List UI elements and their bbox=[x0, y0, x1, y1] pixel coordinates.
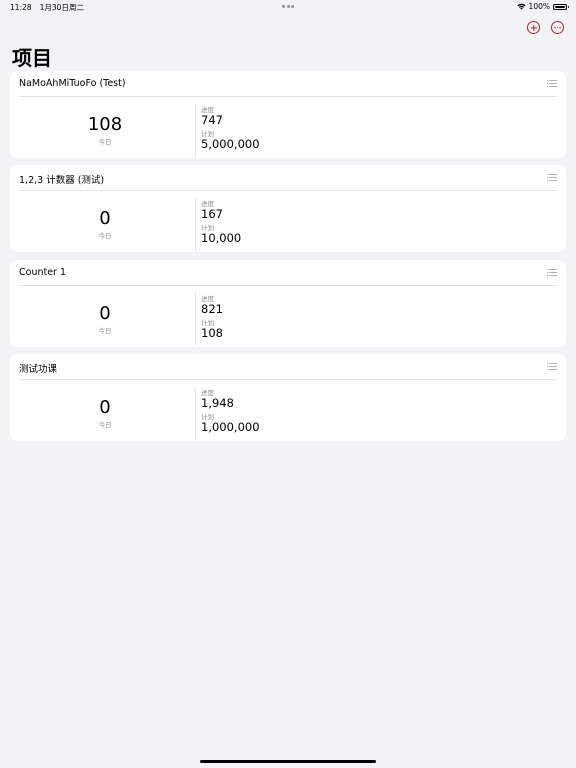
plan-value: 10,000 bbox=[201, 231, 242, 245]
card-header: 测试功课 bbox=[10, 354, 566, 379]
vertical-divider bbox=[195, 198, 196, 251]
vertical-divider bbox=[195, 387, 196, 440]
vertical-divider bbox=[195, 293, 196, 346]
project-card[interactable]: Counter 1 0 今日 进度 821 计划 108 bbox=[10, 260, 566, 347]
page-title: 项目 bbox=[12, 46, 52, 70]
wifi-icon bbox=[517, 3, 526, 10]
battery-percent: 100% bbox=[528, 2, 550, 11]
progress-stat: 进度 747 bbox=[201, 107, 223, 127]
progress-stat: 进度 1,948 bbox=[201, 390, 234, 410]
progress-stat: 进度 821 bbox=[201, 296, 223, 316]
battery-icon bbox=[553, 3, 569, 10]
multitasking-dots-icon[interactable] bbox=[282, 5, 294, 8]
list-icon[interactable] bbox=[547, 174, 557, 181]
today-label: 今日 bbox=[98, 421, 112, 429]
list-icon[interactable] bbox=[547, 269, 557, 276]
add-project-button[interactable] bbox=[527, 21, 540, 34]
today-label: 今日 bbox=[98, 138, 112, 146]
plan-stat: 计划 5,000,000 bbox=[201, 131, 260, 151]
project-card[interactable]: 1,2,3 计数器 (测试) 0 今日 进度 167 计划 10,000 bbox=[10, 165, 566, 252]
today-value: 0 bbox=[99, 397, 111, 418]
today-count: 0 今日 bbox=[10, 208, 200, 241]
plan-value: 108 bbox=[201, 326, 223, 340]
progress-value: 821 bbox=[201, 302, 223, 316]
status-time-date: 11:28 1月30日周二 bbox=[10, 2, 84, 13]
list-icon[interactable] bbox=[547, 80, 557, 87]
home-indicator[interactable] bbox=[200, 760, 376, 763]
status-date: 1月30日周二 bbox=[39, 3, 84, 12]
today-value: 0 bbox=[99, 208, 111, 229]
card-header: NaMoAhMiTuoFo (Test) bbox=[10, 71, 566, 96]
today-count: 0 今日 bbox=[10, 397, 200, 430]
progress-stat: 进度 167 bbox=[201, 201, 223, 221]
more-options-button[interactable] bbox=[551, 21, 564, 34]
card-divider bbox=[19, 285, 557, 286]
today-label: 今日 bbox=[98, 232, 112, 240]
plan-stat: 计划 108 bbox=[201, 320, 223, 340]
today-label: 今日 bbox=[98, 327, 112, 335]
progress-value: 747 bbox=[201, 113, 223, 127]
project-card[interactable]: NaMoAhMiTuoFo (Test) 108 今日 进度 747 计划 5,… bbox=[10, 71, 566, 158]
card-divider bbox=[19, 190, 557, 191]
status-time: 11:28 bbox=[10, 3, 32, 12]
ellipsis-icon bbox=[554, 26, 561, 29]
plan-stat: 计划 10,000 bbox=[201, 225, 241, 245]
card-header: 1,2,3 计数器 (测试) bbox=[10, 165, 566, 190]
card-header: Counter 1 bbox=[10, 260, 566, 285]
today-value: 108 bbox=[87, 114, 123, 135]
progress-value: 1,948 bbox=[201, 396, 234, 410]
plan-stat: 计划 1,000,000 bbox=[201, 414, 260, 434]
card-divider bbox=[19, 96, 557, 97]
project-title: NaMoAhMiTuoFo (Test) bbox=[19, 78, 126, 89]
plan-value: 1,000,000 bbox=[201, 420, 260, 434]
today-count: 108 今日 bbox=[10, 114, 200, 147]
list-icon[interactable] bbox=[547, 363, 557, 370]
project-title: 测试功课 bbox=[19, 364, 58, 375]
project-card[interactable]: 测试功课 0 今日 进度 1,948 计划 1,000,000 bbox=[10, 354, 566, 441]
status-bar: 11:28 1月30日周二 100% bbox=[0, 0, 576, 14]
today-value: 0 bbox=[99, 303, 111, 324]
project-title: 1,2,3 计数器 (测试) bbox=[19, 175, 105, 186]
progress-value: 167 bbox=[201, 207, 223, 221]
status-indicators: 100% bbox=[517, 2, 569, 11]
today-count: 0 今日 bbox=[10, 303, 200, 336]
vertical-divider bbox=[195, 104, 196, 157]
project-title: Counter 1 bbox=[19, 267, 67, 278]
card-divider bbox=[19, 379, 557, 380]
plan-value: 5,000,000 bbox=[201, 137, 260, 151]
